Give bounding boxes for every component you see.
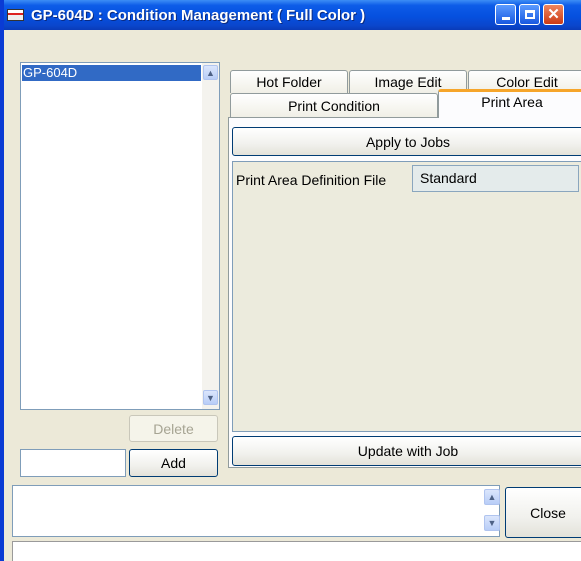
definition-file-field[interactable]: Standard <box>412 165 579 192</box>
condition-list[interactable]: GP-604D ▲ ▼ <box>20 62 220 410</box>
chevron-down-icon[interactable]: ▼ <box>484 515 500 531</box>
maximize-button[interactable] <box>519 4 540 25</box>
tab-print-condition[interactable]: Print Condition <box>230 93 438 117</box>
window-title: GP-604D : Condition Management ( Full Co… <box>31 6 366 24</box>
chevron-up-icon[interactable]: ▲ <box>203 65 218 80</box>
chevron-up-icon[interactable]: ▲ <box>484 489 500 505</box>
minimize-icon <box>501 17 510 20</box>
status-bar <box>12 541 581 561</box>
maximize-icon <box>524 10 535 19</box>
definition-file-label: Print Area Definition File <box>236 172 387 188</box>
apply-to-jobs-button[interactable]: Apply to Jobs <box>232 127 581 156</box>
print-area-group <box>232 161 581 432</box>
condition-management-window: GP-604D : Condition Management ( Full Co… <box>0 0 581 561</box>
list-scrollbar[interactable]: ▲ ▼ <box>202 63 219 409</box>
message-area[interactable] <box>12 485 500 537</box>
close-window-button[interactable]: ✕ <box>543 4 564 25</box>
close-button[interactable]: Close <box>505 487 581 538</box>
close-icon: ✕ <box>547 6 560 23</box>
minimize-button[interactable] <box>495 4 516 25</box>
chevron-down-icon[interactable]: ▼ <box>203 390 218 405</box>
list-item[interactable]: GP-604D <box>22 65 201 81</box>
title-bar[interactable]: GP-604D : Condition Management ( Full Co… <box>4 0 581 30</box>
add-button[interactable]: Add <box>129 449 218 477</box>
condition-name-input[interactable] <box>20 449 126 477</box>
delete-button[interactable]: Delete <box>129 415 218 442</box>
update-with-job-button[interactable]: Update with Job <box>232 436 581 466</box>
printer-icon <box>7 9 24 21</box>
tab-hot-folder[interactable]: Hot Folder <box>230 70 348 93</box>
tab-print-area[interactable]: Print Area <box>438 89 581 118</box>
